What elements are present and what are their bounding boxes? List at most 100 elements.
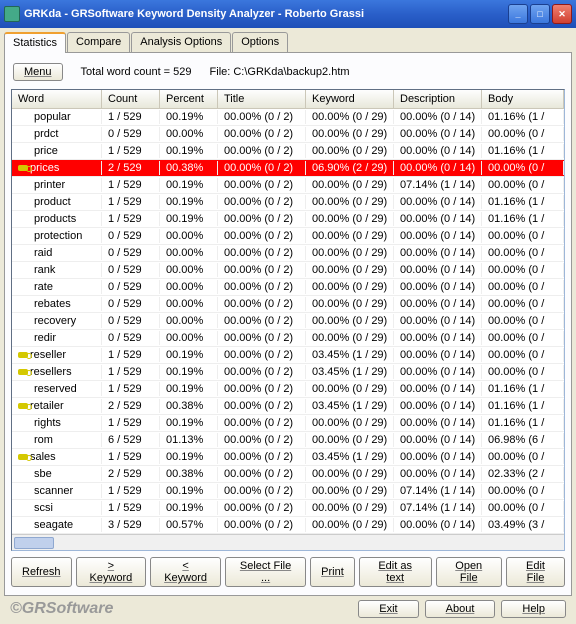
horizontal-scrollbar[interactable] — [12, 534, 564, 550]
cell-keyword: 00.00% (0 / 29) — [306, 280, 394, 294]
cell-desc: 00.00% (0 / 14) — [394, 297, 482, 311]
cell-count: 1 / 529 — [102, 450, 160, 464]
refresh-button[interactable]: Refresh — [11, 557, 72, 587]
minimize-button[interactable]: _ — [508, 4, 528, 24]
tab-options[interactable]: Options — [232, 32, 288, 52]
col-percent[interactable]: Percent — [160, 90, 218, 108]
table-row[interactable]: sales1 / 52900.19%00.00% (0 / 2)03.45% (… — [12, 449, 564, 466]
col-count[interactable]: Count — [102, 90, 160, 108]
cell-percent: 01.13% — [160, 433, 218, 447]
cell-percent: 00.19% — [160, 348, 218, 362]
cell-desc: 00.00% (0 / 14) — [394, 433, 482, 447]
select-file-button[interactable]: Select File ... — [225, 557, 306, 587]
close-button[interactable]: ✕ — [552, 4, 572, 24]
print-button[interactable]: Print — [310, 557, 355, 587]
cell-body: 01.16% (1 / — [482, 382, 564, 396]
help-button[interactable]: Help — [501, 600, 566, 618]
cell-body: 00.00% (0 / — [482, 127, 564, 141]
cell-percent: 00.19% — [160, 365, 218, 379]
cell-body: 00.00% (0 / — [482, 246, 564, 260]
table-row[interactable]: rank0 / 52900.00%00.00% (0 / 2)00.00% (0… — [12, 262, 564, 279]
table-row[interactable]: products1 / 52900.19%00.00% (0 / 2)00.00… — [12, 211, 564, 228]
table-row[interactable]: rate0 / 52900.00%00.00% (0 / 2)00.00% (0… — [12, 279, 564, 296]
table-row[interactable]: reserved1 / 52900.19%00.00% (0 / 2)00.00… — [12, 381, 564, 398]
exit-button[interactable]: Exit — [358, 600, 418, 618]
cell-word: product — [12, 195, 102, 209]
table-row[interactable]: redir0 / 52900.00%00.00% (0 / 2)00.00% (… — [12, 330, 564, 347]
next-keyword-button[interactable]: > Keyword — [76, 557, 147, 587]
col-description[interactable]: Description — [394, 90, 482, 108]
cell-title: 00.00% (0 / 2) — [218, 331, 306, 345]
cell-body: 01.16% (1 / — [482, 195, 564, 209]
tab-analysis-options[interactable]: Analysis Options — [131, 32, 231, 52]
table-row[interactable]: raid0 / 52900.00%00.00% (0 / 2)00.00% (0… — [12, 245, 564, 262]
cell-word: printer — [12, 178, 102, 192]
table-row[interactable]: scanner1 / 52900.19%00.00% (0 / 2)00.00%… — [12, 483, 564, 500]
cell-desc: 00.00% (0 / 14) — [394, 127, 482, 141]
table-body[interactable]: popular1 / 52900.19%00.00% (0 / 2)00.00%… — [12, 109, 564, 534]
table-row[interactable]: retailer2 / 52900.38%00.00% (0 / 2)03.45… — [12, 398, 564, 415]
tab-compare[interactable]: Compare — [67, 32, 130, 52]
table-row[interactable]: popular1 / 52900.19%00.00% (0 / 2)00.00%… — [12, 109, 564, 126]
cell-percent: 00.00% — [160, 229, 218, 243]
cell-title: 00.00% (0 / 2) — [218, 297, 306, 311]
table-row[interactable]: scsi1 / 52900.19%00.00% (0 / 2)00.00% (0… — [12, 500, 564, 517]
cell-word: reserved — [12, 382, 102, 396]
cell-title: 00.00% (0 / 2) — [218, 178, 306, 192]
col-title[interactable]: Title — [218, 90, 306, 108]
edit-as-text-button[interactable]: Edit as text — [359, 557, 432, 587]
cell-title: 00.00% (0 / 2) — [218, 127, 306, 141]
cell-keyword: 00.00% (0 / 29) — [306, 518, 394, 532]
cell-keyword: 00.00% (0 / 29) — [306, 416, 394, 430]
cell-percent: 00.19% — [160, 212, 218, 226]
tab-statistics[interactable]: Statistics — [4, 32, 66, 53]
cell-title: 00.00% (0 / 2) — [218, 229, 306, 243]
table-row[interactable]: printer1 / 52900.19%00.00% (0 / 2)00.00%… — [12, 177, 564, 194]
table-row[interactable]: recovery0 / 52900.00%00.00% (0 / 2)00.00… — [12, 313, 564, 330]
cell-count: 0 / 529 — [102, 331, 160, 345]
cell-desc: 07.14% (1 / 14) — [394, 178, 482, 192]
table-row[interactable]: reseller1 / 52900.19%00.00% (0 / 2)03.45… — [12, 347, 564, 364]
cell-title: 00.00% (0 / 2) — [218, 348, 306, 362]
cell-desc: 00.00% (0 / 14) — [394, 212, 482, 226]
cell-title: 00.00% (0 / 2) — [218, 518, 306, 532]
cell-percent: 00.00% — [160, 280, 218, 294]
table-row[interactable]: rebates0 / 52900.00%00.00% (0 / 2)00.00%… — [12, 296, 564, 313]
table-row[interactable]: prices2 / 52900.38%00.00% (0 / 2)06.90% … — [12, 160, 564, 177]
table-row[interactable]: product1 / 52900.19%00.00% (0 / 2)00.00%… — [12, 194, 564, 211]
table-row[interactable]: protection0 / 52900.00%00.00% (0 / 2)00.… — [12, 228, 564, 245]
cell-count: 2 / 529 — [102, 399, 160, 413]
cell-word: rom — [12, 433, 102, 447]
cell-percent: 00.19% — [160, 110, 218, 124]
menu-button[interactable]: Menu — [13, 63, 63, 81]
cell-desc: 00.00% (0 / 14) — [394, 331, 482, 345]
col-keyword[interactable]: Keyword — [306, 90, 394, 108]
cell-count: 1 / 529 — [102, 484, 160, 498]
cell-word: products — [12, 212, 102, 226]
table-row[interactable]: rom6 / 52901.13%00.00% (0 / 2)00.00% (0 … — [12, 432, 564, 449]
prev-keyword-button[interactable]: < Keyword — [150, 557, 221, 587]
key-icon — [18, 454, 28, 460]
cell-body: 01.16% (1 / — [482, 212, 564, 226]
cell-keyword: 00.00% (0 / 29) — [306, 467, 394, 481]
cell-percent: 00.19% — [160, 450, 218, 464]
table-row[interactable]: rights1 / 52900.19%00.00% (0 / 2)00.00% … — [12, 415, 564, 432]
maximize-button[interactable]: □ — [530, 4, 550, 24]
table-row[interactable]: prdct0 / 52900.00%00.00% (0 / 2)00.00% (… — [12, 126, 564, 143]
cell-percent: 00.19% — [160, 484, 218, 498]
col-word[interactable]: Word — [12, 90, 102, 108]
cell-count: 1 / 529 — [102, 195, 160, 209]
cell-count: 1 / 529 — [102, 144, 160, 158]
edit-file-button[interactable]: Edit File — [506, 557, 565, 587]
cell-keyword: 00.00% (0 / 29) — [306, 263, 394, 277]
table-row[interactable]: sbe2 / 52900.38%00.00% (0 / 2)00.00% (0 … — [12, 466, 564, 483]
col-body[interactable]: Body — [482, 90, 564, 108]
table-row[interactable]: price1 / 52900.19%00.00% (0 / 2)00.00% (… — [12, 143, 564, 160]
table-row[interactable]: seagate3 / 52900.57%00.00% (0 / 2)00.00%… — [12, 517, 564, 534]
open-file-button[interactable]: Open File — [436, 557, 502, 587]
cell-word: scanner — [12, 484, 102, 498]
cell-desc: 00.00% (0 / 14) — [394, 416, 482, 430]
cell-body: 01.16% (1 / — [482, 399, 564, 413]
table-row[interactable]: resellers1 / 52900.19%00.00% (0 / 2)03.4… — [12, 364, 564, 381]
about-button[interactable]: About — [425, 600, 496, 618]
